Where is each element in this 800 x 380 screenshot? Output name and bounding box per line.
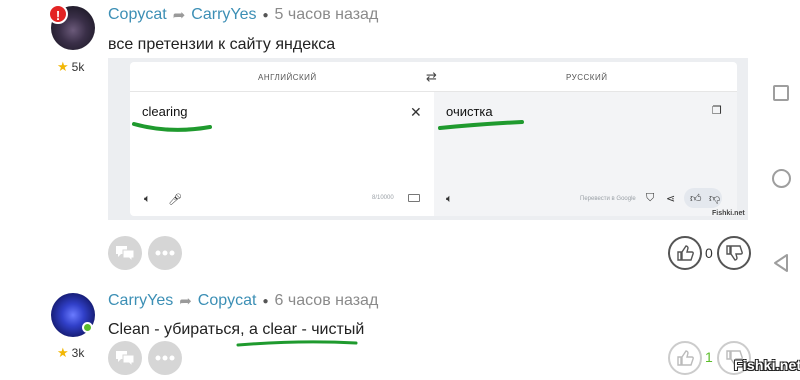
upvote-button[interactable] [668, 341, 702, 375]
site-watermark: Fishki.net [734, 357, 800, 373]
more-button[interactable] [148, 341, 182, 375]
home-button[interactable] [772, 169, 791, 188]
online-indicator [82, 322, 93, 333]
separator-dot: ● [262, 295, 269, 307]
recents-button[interactable] [773, 85, 789, 101]
thumb-up-icon [677, 350, 694, 366]
more-button[interactable] [148, 236, 182, 270]
comment-2-header: CarryYes ➦ Copycat ● 6 часов назад [108, 292, 378, 310]
ellipsis-icon [155, 250, 175, 256]
reply-icon [116, 246, 135, 262]
downvote-button[interactable] [717, 236, 751, 270]
author-link[interactable]: CarryYes [108, 292, 173, 310]
back-button[interactable] [772, 253, 790, 273]
vote-count: 1 [705, 349, 713, 365]
thumb-down-icon [726, 245, 743, 261]
ellipsis-icon [155, 355, 175, 361]
reply-icon [116, 351, 135, 367]
star-icon: ★ [57, 345, 69, 360]
thumb-up-icon [677, 245, 694, 261]
comment-time: 6 часов назад [274, 292, 379, 309]
vote-count: 0 [705, 245, 713, 261]
reply-button[interactable] [108, 236, 142, 270]
reply-to-link[interactable]: Copycat [198, 292, 257, 310]
reply-arrow-icon: ➦ [179, 293, 192, 310]
upvote-button[interactable] [668, 236, 702, 270]
karma-carryyes: ★ 3k [57, 345, 85, 360]
comment-2-text: Clean - убираться, а clear - чистый [108, 321, 365, 338]
reply-button[interactable] [108, 341, 142, 375]
